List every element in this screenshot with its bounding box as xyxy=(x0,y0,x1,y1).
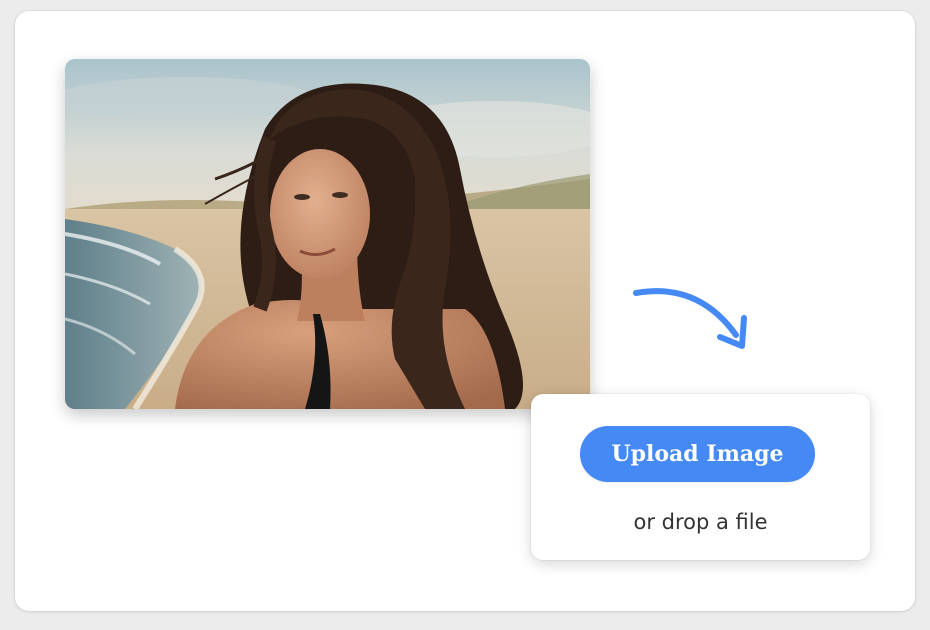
upload-image-button[interactable]: Upload Image xyxy=(580,426,815,482)
upload-dropzone[interactable]: Upload Image or drop a file xyxy=(531,394,870,560)
preview-image xyxy=(65,59,590,409)
arrow-curved-down-right-icon xyxy=(628,280,758,360)
drop-file-hint: or drop a file xyxy=(633,510,768,534)
